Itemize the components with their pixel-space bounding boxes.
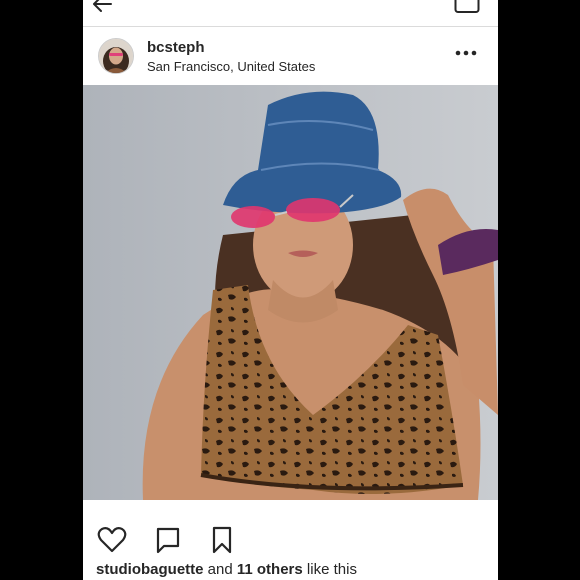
post-photo[interactable] — [83, 85, 498, 500]
heart-icon[interactable] — [97, 526, 127, 554]
post-actions — [83, 520, 498, 560]
phone-screen: bcsteph San Francisco, United States stu… — [83, 0, 498, 580]
avatar-image — [99, 39, 133, 73]
likes-suffix: like this — [306, 561, 357, 578]
back-arrow-icon[interactable] — [91, 0, 113, 14]
post-username[interactable]: bcsteph — [147, 39, 205, 56]
post-location[interactable]: San Francisco, United States — [147, 59, 315, 74]
avatar[interactable] — [98, 38, 134, 74]
square-icon[interactable] — [454, 0, 480, 14]
comment-icon[interactable] — [153, 526, 183, 554]
first-liker-username[interactable]: studiobaguette — [96, 561, 204, 578]
photo-illustration — [83, 85, 498, 500]
post-header: bcsteph San Francisco, United States — [83, 27, 498, 85]
likes-summary: studiobaguette and 11 others like this — [96, 561, 357, 578]
more-options-icon[interactable] — [454, 47, 478, 59]
bookmark-icon[interactable] — [207, 526, 237, 554]
likes-others-count[interactable]: 11 others — [237, 561, 303, 578]
top-nav-bar — [83, 0, 498, 27]
likes-connector: and — [207, 561, 233, 578]
